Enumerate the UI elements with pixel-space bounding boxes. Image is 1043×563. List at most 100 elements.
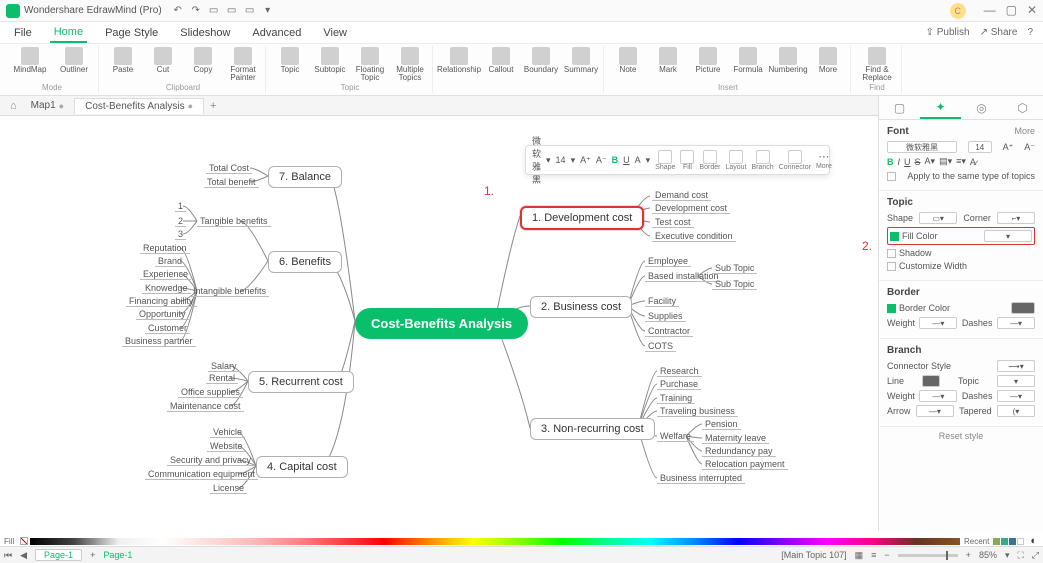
copy-button[interactable]: Copy [185, 47, 221, 82]
font-color-icon[interactable]: A▾ [925, 156, 936, 167]
leaf[interactable]: Tangible benefits [197, 216, 271, 227]
leaf[interactable]: Executive condition [652, 231, 736, 242]
leaf[interactable]: Pension [702, 419, 741, 430]
connector-button[interactable]: Connector [779, 150, 811, 171]
leaf[interactable]: Business partner [122, 336, 196, 347]
leaf[interactable]: Opportunity [136, 309, 189, 320]
zoom-value[interactable]: 85% [979, 550, 997, 560]
save-icon[interactable]: ▭ [208, 5, 220, 17]
help-icon[interactable]: ? [1027, 27, 1033, 38]
dashes-select[interactable]: —▾ [997, 317, 1035, 329]
border-color-swatch[interactable] [1011, 302, 1035, 314]
rp-tab-3[interactable]: ◎ [961, 96, 1002, 119]
boundary-button[interactable]: Boundary [523, 47, 559, 74]
zoom-in-icon[interactable]: + [966, 550, 971, 560]
color-strip[interactable] [30, 538, 960, 545]
leaf[interactable]: Total Cost [206, 163, 252, 174]
note-button[interactable]: Note [610, 47, 646, 74]
leaf[interactable]: Knowedge [142, 283, 191, 294]
weight-select[interactable]: —▾ [919, 317, 957, 329]
underline-icon[interactable]: U [904, 157, 911, 167]
more-button[interactable]: ⋯More [816, 150, 832, 170]
align-icon[interactable]: ≡▾ [956, 156, 966, 167]
leaf[interactable]: Test cost [652, 217, 694, 228]
leaf[interactable]: Customer [145, 323, 190, 334]
menu-advanced[interactable]: Advanced [248, 24, 305, 42]
menu-file[interactable]: File [10, 24, 36, 42]
node-development-cost[interactable]: 1. Development cost [520, 206, 644, 230]
picture-button[interactable]: Picture [690, 47, 726, 74]
leaf[interactable]: Reputation [140, 243, 190, 254]
tapered-select[interactable]: (▾ [997, 405, 1035, 417]
share-button[interactable]: ↗ Share [980, 27, 1018, 38]
leaf[interactable]: Traveling business [657, 406, 738, 417]
leaf[interactable]: Relocation payment [702, 459, 788, 470]
leaf[interactable]: Rental [206, 373, 238, 384]
border-color-check[interactable] [887, 304, 896, 313]
recent-swatches[interactable] [993, 538, 1030, 545]
view-list-icon[interactable]: ≡ [871, 550, 876, 560]
leaf[interactable]: Salary [208, 361, 240, 372]
font-increase-icon[interactable]: A⁺ [580, 155, 591, 166]
view-grid-icon[interactable]: ▦ [855, 550, 864, 561]
weight2-select[interactable]: —▾ [919, 390, 957, 402]
shape-button[interactable]: Shape [655, 150, 675, 171]
find-replace-button[interactable]: Find & Replace [857, 47, 897, 82]
font-color-icon[interactable]: A [635, 155, 641, 165]
leaf[interactable]: Maintenance cost [167, 401, 244, 412]
rp-tab-4[interactable]: ⬡ [1002, 96, 1043, 119]
leaf[interactable]: Employee [645, 256, 691, 267]
bold-icon[interactable]: B [887, 157, 894, 167]
relationship-button[interactable]: Relationship [439, 47, 479, 74]
leaf[interactable]: Total benefit [204, 177, 259, 188]
nav-left-icon[interactable]: ⏮ [4, 550, 12, 561]
topic-select[interactable]: ▾ [997, 375, 1035, 387]
numbering-button[interactable]: Numbering [770, 47, 806, 74]
size-select[interactable]: 14 [556, 155, 566, 165]
redo-icon[interactable]: ↷ [190, 5, 202, 17]
dashes2-select[interactable]: —▾ [997, 390, 1035, 402]
leaf[interactable]: 1 [175, 201, 186, 212]
page-link[interactable]: Page-1 [103, 550, 132, 560]
reset-style-button[interactable]: Reset style [879, 427, 1043, 445]
leaf[interactable]: 2 [175, 216, 186, 227]
rp-tab-1[interactable]: ▢ [879, 96, 920, 119]
underline-icon[interactable]: U [623, 155, 630, 165]
multiple-topics-button[interactable]: Multiple Topics [392, 47, 428, 82]
border-button[interactable]: Border [699, 150, 720, 171]
menu-view[interactable]: View [319, 24, 351, 42]
leaf[interactable]: Experience [140, 269, 191, 280]
zoom-dropdown-icon[interactable]: ▾ [1005, 550, 1010, 561]
leaf[interactable]: Contractor [645, 326, 693, 337]
leaf[interactable]: Vehicle [210, 427, 245, 438]
font-name-select[interactable]: 微软雅黑 [887, 141, 957, 153]
page-tab[interactable]: Page-1 [35, 549, 82, 561]
mark-button[interactable]: Mark [650, 47, 686, 74]
leaf[interactable]: Based installation [645, 271, 722, 282]
font-select[interactable]: 微软雅黑 [532, 134, 541, 186]
layout-button[interactable]: Layout [725, 150, 746, 171]
nofill-icon[interactable] [20, 537, 28, 545]
node-benefits[interactable]: 6. Benefits [268, 251, 342, 273]
leaf[interactable]: Training [657, 393, 695, 404]
root-node[interactable]: Cost-Benefits Analysis [355, 308, 528, 339]
node-recurrent-cost[interactable]: 5. Recurrent cost [248, 371, 354, 393]
node-business-cost[interactable]: 2. Business cost [530, 296, 632, 318]
strike-icon[interactable]: S [915, 157, 921, 167]
leaf[interactable]: Brand [155, 256, 185, 267]
export-icon[interactable]: ▭ [226, 5, 238, 17]
leaf[interactable]: Office supplies [178, 387, 243, 398]
font-decrease-icon[interactable]: A⁻ [596, 155, 607, 166]
undo-icon[interactable]: ↶ [172, 5, 184, 17]
leaf[interactable]: Demand cost [652, 190, 711, 201]
leaf[interactable]: License [210, 483, 247, 494]
floating-topic-button[interactable]: Floating Topic [352, 47, 388, 82]
leaf[interactable]: Sub Topic [712, 263, 757, 274]
maximize-icon[interactable]: ▢ [1006, 3, 1017, 19]
node-balance[interactable]: 7. Balance [268, 166, 342, 188]
connector-select[interactable]: ⟿▾ [997, 360, 1035, 372]
leaf[interactable]: 3 [175, 229, 186, 240]
fill-color-row[interactable]: Fill Color▾ [887, 227, 1035, 245]
callout-button[interactable]: Callout [483, 47, 519, 74]
add-page-button[interactable]: + [90, 550, 95, 560]
